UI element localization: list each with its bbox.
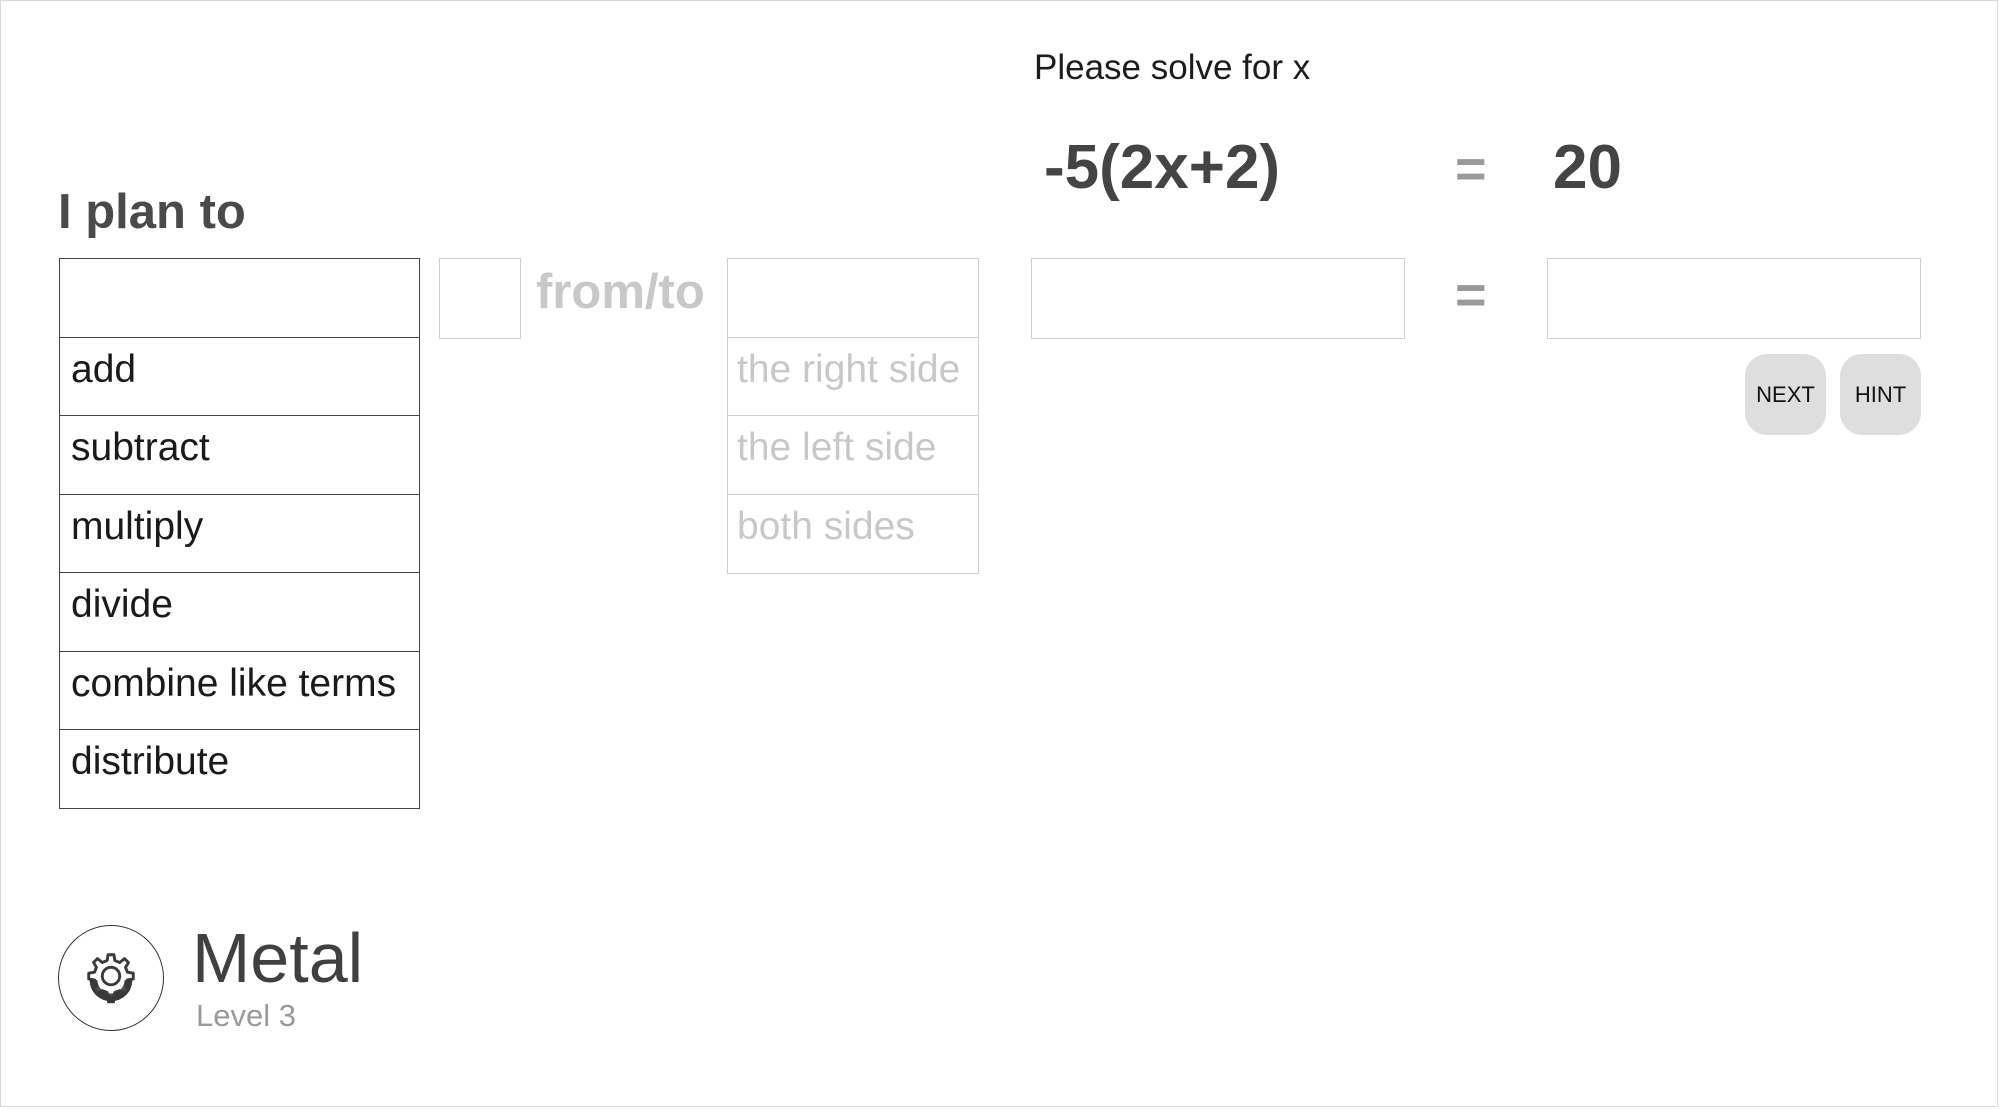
side-right[interactable]: the right side xyxy=(727,336,979,417)
badge-title: Metal xyxy=(192,919,364,997)
equation-left-side: -5(2x+2) xyxy=(1044,133,1281,202)
side-both[interactable]: both sides xyxy=(727,493,979,574)
side-drop-slot[interactable] xyxy=(727,258,979,338)
left-side-input[interactable] xyxy=(1031,258,1405,339)
badge-circle xyxy=(58,925,164,1031)
equation-equals-sign: = xyxy=(1455,139,1487,199)
plan-label: I plan to xyxy=(58,185,246,239)
operation-list: add subtract multiply divide combine lik… xyxy=(59,258,420,809)
badge-level: Level 3 xyxy=(196,998,296,1033)
operation-multiply[interactable]: multiply xyxy=(59,493,420,574)
operation-drop-slot[interactable] xyxy=(59,258,420,338)
operation-combine-like-terms[interactable]: combine like terms xyxy=(59,650,420,731)
instruction-text: Please solve for x xyxy=(1034,48,1311,87)
next-button[interactable]: NEXT xyxy=(1745,354,1826,435)
gear-icon xyxy=(87,953,135,1004)
operation-distribute[interactable]: distribute xyxy=(59,729,420,809)
operation-divide[interactable]: divide xyxy=(59,572,420,652)
equation-right-side: 20 xyxy=(1553,133,1622,202)
operation-add[interactable]: add xyxy=(59,336,420,417)
input-equals-sign: = xyxy=(1455,265,1487,325)
number-input-slot[interactable] xyxy=(439,258,521,339)
right-side-input[interactable] xyxy=(1547,258,1921,339)
from-to-connector: from/to xyxy=(536,265,705,319)
hint-button[interactable]: HINT xyxy=(1840,354,1921,435)
side-left[interactable]: the left side xyxy=(727,415,979,495)
side-list: the right side the left side both sides xyxy=(727,258,979,574)
operation-subtract[interactable]: subtract xyxy=(59,415,420,495)
